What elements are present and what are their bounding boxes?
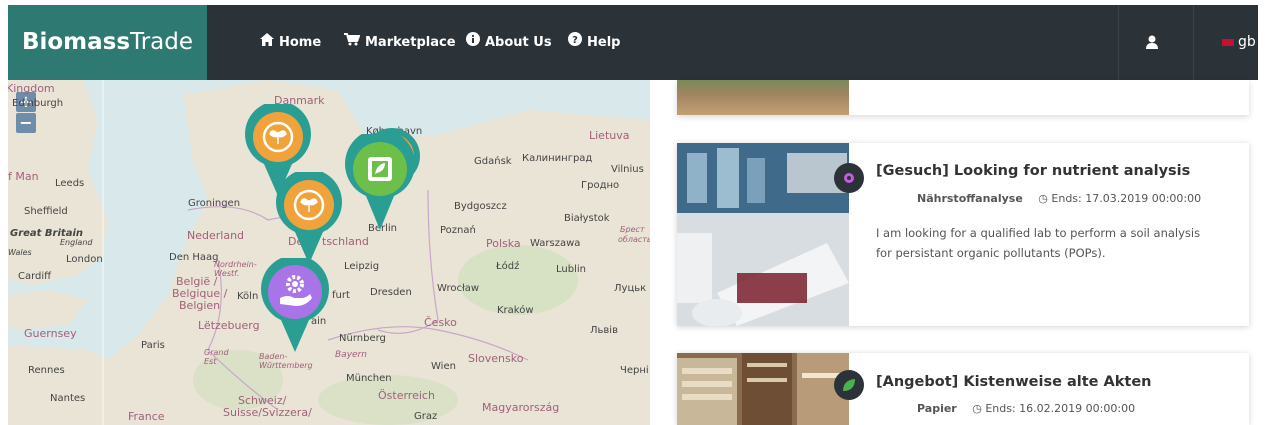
nav-marketplace[interactable]: Marketplace — [344, 5, 456, 80]
map-label: Česko — [424, 316, 457, 329]
listing-card[interactable]: [Angebot] Kistenweise alte Akten Papier … — [677, 353, 1249, 425]
map-label: Lëtzebuerg — [198, 319, 260, 332]
map-label: Dresden — [370, 287, 412, 298]
map-label: furt — [332, 290, 350, 301]
map-label: Гродно — [581, 180, 620, 191]
map-label: Брест — [620, 225, 645, 234]
map-label: Poznań — [440, 225, 476, 236]
map-label: Leeds — [55, 178, 85, 189]
listing-title[interactable]: [Gesuch] Looking for nutrient analysis — [876, 163, 1190, 179]
map-label: Nantes — [50, 393, 86, 404]
map-label: Bydgoszcz — [454, 201, 507, 212]
home-icon — [260, 5, 274, 80]
map-label: Lietuva — [589, 129, 630, 142]
map-label: Polska — [486, 237, 521, 250]
nav-home[interactable]: Home — [260, 5, 321, 80]
top-navbar: BiomassTrade Home Marketplace About Us ?… — [8, 5, 1258, 80]
map-label: Vilnius — [611, 164, 644, 175]
map-label: München — [346, 373, 392, 384]
map-label: Łódź — [496, 261, 520, 272]
nav-about[interactable]: About Us — [466, 5, 552, 80]
listing-description: I am looking for a qualified lab to perf… — [876, 226, 1201, 260]
listing-image — [677, 80, 849, 115]
map-label: Wien — [431, 361, 456, 372]
clock-icon: ◷ — [972, 402, 986, 415]
listing-end-date: Ends: 17.03.2019 00:00:00 — [1051, 192, 1202, 205]
map-label: Magyarország — [482, 401, 560, 414]
map-label: Калининград — [522, 153, 593, 164]
listing-category: Papier — [917, 402, 957, 415]
map-label: Cardiff — [18, 271, 52, 282]
question-icon: ? — [568, 5, 582, 80]
info-icon — [466, 5, 480, 80]
map-marker-biomass[interactable] — [275, 169, 343, 268]
category-badge — [834, 370, 864, 400]
svg-text:?: ? — [572, 35, 578, 46]
map-label: Białystok — [564, 213, 610, 224]
listing-card[interactable] — [677, 80, 1249, 115]
map-label: Graz — [414, 411, 438, 422]
map-label: Nederland — [187, 229, 245, 242]
uk-flag-icon — [1221, 37, 1235, 47]
map-label: Черні — [620, 365, 649, 376]
map-label: France — [128, 410, 165, 423]
language-selector[interactable]: gb — [1221, 5, 1256, 80]
map-label: Kingdom — [8, 82, 55, 95]
map-label: Suisse/Svizzera/ — [223, 406, 312, 419]
clock-icon: ◷ — [1038, 192, 1052, 205]
listing-image — [677, 143, 849, 326]
map-label: область — [618, 235, 650, 244]
nav-help[interactable]: ? Help — [568, 5, 620, 80]
map-label: Gdańsk — [474, 156, 512, 167]
listing-image — [677, 353, 849, 425]
listing-title[interactable]: [Angebot] Kistenweise alte Akten — [876, 374, 1152, 390]
map-marker-service[interactable] — [260, 255, 330, 356]
map-label: Den Haag — [169, 252, 219, 263]
map-label: Bayern — [335, 350, 367, 360]
nav-divider — [1193, 5, 1194, 80]
map-label: Warszawa — [530, 238, 581, 249]
listing-meta: Nährstoffanalyse ◷ Ends: 17.03.2019 00:0… — [917, 192, 1201, 205]
zoom-out-button[interactable]: − — [16, 113, 36, 133]
listing-card[interactable]: [Gesuch] Looking for nutrient analysis N… — [677, 143, 1249, 326]
map-label: Луцьк — [614, 283, 647, 294]
listing-meta: Papier ◷ Ends: 16.02.2019 00:00:00 — [917, 402, 1135, 415]
map-label: England — [60, 238, 93, 247]
map-label: Lublin — [556, 264, 586, 275]
map-label: London — [66, 254, 103, 265]
map-label: Wales — [8, 248, 32, 257]
map-label: Paris — [141, 340, 165, 351]
listing-category: Nährstoffanalyse — [917, 192, 1023, 205]
cart-icon — [344, 5, 361, 80]
brand-logo[interactable]: BiomassTrade — [8, 5, 207, 80]
category-badge — [834, 163, 864, 193]
map-label: Львів — [590, 325, 618, 336]
user-icon[interactable] — [1143, 33, 1161, 51]
map-label: Wrocław — [437, 283, 480, 294]
nav-divider — [1118, 5, 1119, 80]
listings-map[interactable]: + − Kingdom Edinburgh f Man Leeds Sheffi… — [8, 80, 650, 425]
leaf-icon — [843, 379, 855, 391]
map-label: Leipzig — [344, 261, 380, 272]
map-label: Köln — [237, 291, 259, 302]
listing-end-date: Ends: 16.02.2019 00:00:00 — [985, 402, 1136, 415]
map-label: Nordrhein- Westf. — [214, 260, 257, 278]
map-label: Österreich — [378, 389, 435, 402]
map-label: Guernsey — [24, 327, 77, 340]
map-label: Edinburgh — [12, 98, 64, 109]
map-label: Rennes — [28, 365, 65, 376]
map-label: f Man — [8, 170, 39, 183]
map-label: Kraków — [497, 305, 534, 316]
map-marker-green[interactable] — [344, 128, 416, 234]
map-label: Belgien — [179, 299, 221, 312]
map-label: Grand Est — [204, 348, 229, 366]
map-label: Groningen — [188, 198, 241, 209]
map-label: Slovensko — [468, 352, 524, 365]
gear-icon — [844, 173, 854, 183]
map-label: Sheffield — [24, 206, 68, 217]
map-label: Nürnberg — [339, 333, 386, 344]
